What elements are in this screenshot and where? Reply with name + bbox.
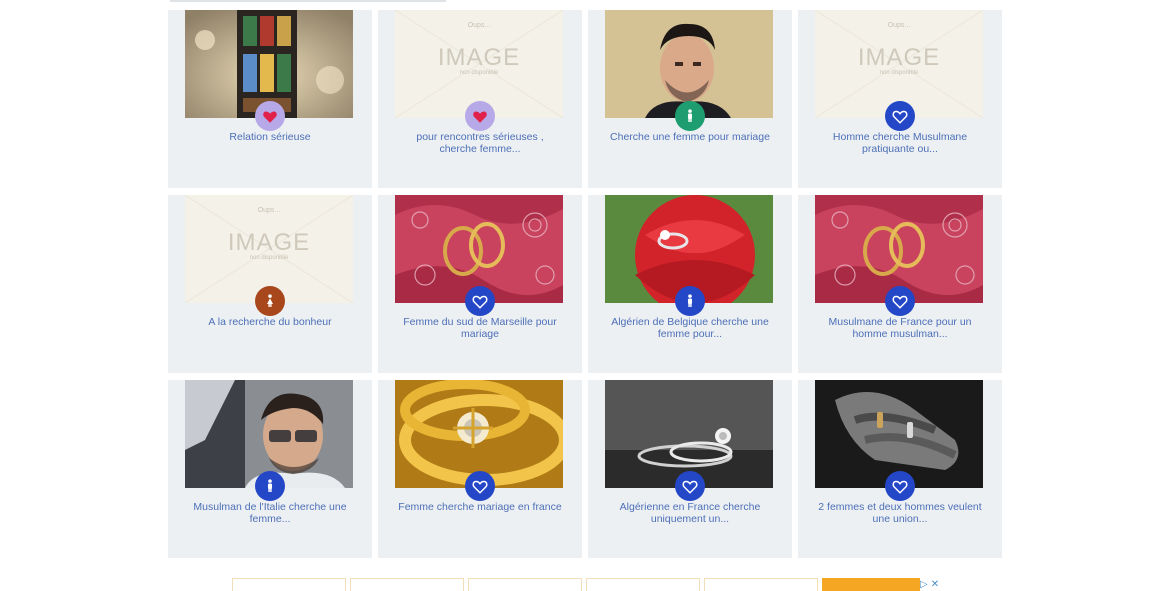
- listing-card[interactable]: Cherche une femme pour mariage: [588, 10, 792, 188]
- listing-title[interactable]: pour rencontres sérieuses , cherche femm…: [398, 131, 562, 155]
- placeholder-sub-text: non disponible: [459, 70, 499, 76]
- listing-title[interactable]: Relation sérieuse: [188, 131, 352, 143]
- ad-slot[interactable]: [350, 578, 464, 591]
- adchoices-icon[interactable]: ▷: [920, 580, 928, 590]
- heart-outline-icon[interactable]: [675, 471, 705, 501]
- placeholder-main-text: IMAGE: [227, 229, 311, 256]
- placeholder-sub-text: non disponible: [249, 255, 289, 261]
- listing-card[interactable]: Oups... IMAGE non disponible A la recher…: [168, 195, 372, 373]
- adchoices[interactable]: ▷ ✕: [920, 580, 942, 590]
- listing-grid: Relation sérieuse Oups... IMAGE non disp…: [168, 10, 1002, 558]
- listing-title[interactable]: Musulman de l'Italie cherche une femme..…: [188, 501, 352, 525]
- listing-card[interactable]: Relation sérieuse: [168, 10, 372, 188]
- listing-card[interactable]: Oups... IMAGE non disponible pour rencon…: [378, 10, 582, 188]
- heart-icon[interactable]: [255, 101, 285, 131]
- listing-title[interactable]: A la recherche du bonheur: [188, 316, 352, 328]
- man-icon[interactable]: [255, 471, 285, 501]
- listing-title[interactable]: Femme cherche mariage en france: [398, 501, 562, 513]
- man-icon[interactable]: [675, 286, 705, 316]
- heart-outline-icon[interactable]: [885, 286, 915, 316]
- heart-outline-icon[interactable]: [465, 286, 495, 316]
- ad-slot[interactable]: [232, 578, 346, 591]
- ad-slot[interactable]: [586, 578, 700, 591]
- top-divider: [170, 0, 446, 2]
- listing-title[interactable]: Homme cherche Musulmane pratiquante ou..…: [818, 131, 982, 155]
- listing-card[interactable]: Femme cherche mariage en france: [378, 380, 582, 558]
- listing-card[interactable]: Musulman de l'Italie cherche une femme..…: [168, 380, 372, 558]
- listing-title[interactable]: 2 femmes et deux hommes veulent une unio…: [818, 501, 982, 525]
- ad-slot[interactable]: [468, 578, 582, 591]
- placeholder-main-text: IMAGE: [437, 44, 521, 71]
- ad-slot[interactable]: [704, 578, 818, 591]
- listing-title[interactable]: Musulmane de France pour un homme musulm…: [818, 316, 982, 340]
- heart-icon[interactable]: [465, 101, 495, 131]
- listing-card[interactable]: 2 femmes et deux hommes veulent une unio…: [798, 380, 1002, 558]
- listing-title[interactable]: Cherche une femme pour mariage: [608, 131, 772, 143]
- listing-title[interactable]: Algérienne en France cherche uniquement …: [608, 501, 772, 525]
- listing-title[interactable]: Femme du sud de Marseille pour mariage: [398, 316, 562, 340]
- ad-slot-highlight[interactable]: [822, 578, 920, 591]
- placeholder-top-text: Oups...: [257, 207, 281, 214]
- placeholder-main-text: IMAGE: [857, 44, 941, 71]
- heart-outline-icon[interactable]: [465, 471, 495, 501]
- listing-card[interactable]: Musulmane de France pour un homme musulm…: [798, 195, 1002, 373]
- woman-icon[interactable]: [255, 286, 285, 316]
- ad-banner[interactable]: [232, 578, 924, 591]
- heart-outline-icon[interactable]: [885, 471, 915, 501]
- heart-outline-icon[interactable]: [885, 101, 915, 131]
- listing-card[interactable]: Oups... IMAGE non disponible Homme cherc…: [798, 10, 1002, 188]
- man-icon[interactable]: [675, 101, 705, 131]
- ad-close-icon[interactable]: ✕: [931, 580, 939, 590]
- listing-card[interactable]: Femme du sud de Marseille pour mariage: [378, 195, 582, 373]
- placeholder-sub-text: non disponible: [879, 70, 919, 76]
- listing-card[interactable]: Algérien de Belgique cherche une femme p…: [588, 195, 792, 373]
- placeholder-top-text: Oups...: [467, 22, 491, 29]
- placeholder-top-text: Oups...: [887, 22, 911, 29]
- listing-card[interactable]: Algérienne en France cherche uniquement …: [588, 380, 792, 558]
- listing-title[interactable]: Algérien de Belgique cherche une femme p…: [608, 316, 772, 340]
